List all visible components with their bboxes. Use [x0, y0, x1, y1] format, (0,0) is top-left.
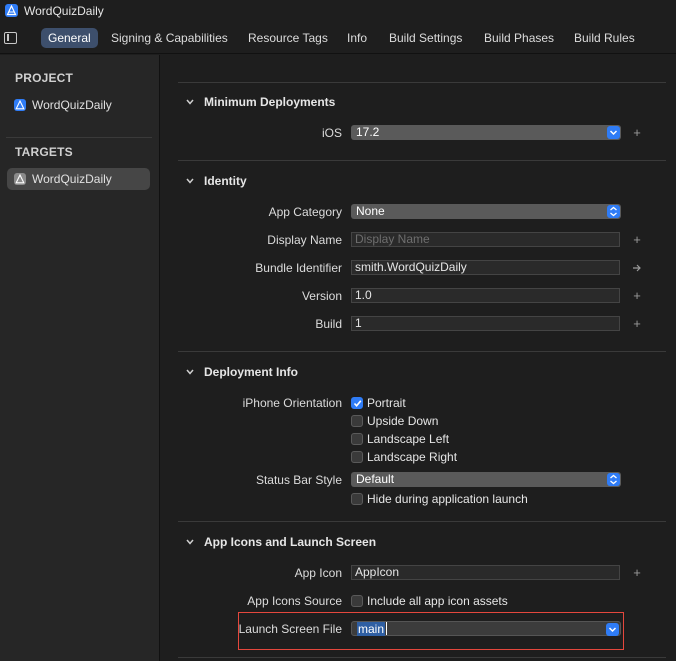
- launch-screen-file-combo[interactable]: main: [351, 621, 621, 636]
- portrait-checkbox[interactable]: [351, 397, 363, 409]
- xcode-project-icon: [14, 99, 26, 111]
- tab-build-settings[interactable]: Build Settings: [382, 28, 469, 48]
- targets-header: TARGETS: [15, 145, 73, 159]
- app-icon-field[interactable]: AppIcon: [351, 565, 620, 580]
- section-divider: [178, 82, 666, 83]
- ios-version-value: 17.2: [356, 125, 380, 139]
- plus-icon[interactable]: +: [632, 233, 642, 246]
- bundle-identifier-field[interactable]: smith.WordQuizDaily: [351, 260, 620, 275]
- app-category-value: None: [356, 204, 385, 218]
- sidebar-toggle-icon[interactable]: [4, 32, 17, 44]
- up-down-arrows-icon: [607, 473, 620, 486]
- status-bar-style-label: Status Bar Style: [255, 473, 342, 487]
- app-category-select[interactable]: None: [351, 204, 621, 219]
- build-label: Build: [315, 317, 342, 331]
- plus-icon[interactable]: +: [632, 317, 642, 330]
- project-sidebar: PROJECT WordQuizDaily TARGETS WordQuizDa…: [0, 55, 160, 661]
- section-divider: [178, 351, 666, 352]
- include-all-icons-checkbox[interactable]: [351, 595, 363, 607]
- iphone-orientation-label: iPhone Orientation: [242, 396, 342, 410]
- app-target-icon: [14, 173, 26, 185]
- tab-info[interactable]: Info: [340, 28, 374, 48]
- general-settings-editor: Minimum Deployments iOS 17.2 + Identity …: [161, 55, 676, 661]
- chevron-down-icon: [607, 126, 620, 139]
- landscape-left-checkbox[interactable]: [351, 433, 363, 445]
- launch-screen-file-label: Launch Screen File: [238, 622, 342, 636]
- chevron-down-icon[interactable]: [185, 176, 195, 186]
- status-bar-style-value: Default: [356, 472, 395, 486]
- chevron-down-icon[interactable]: [185, 537, 195, 547]
- landscape-right-checkbox[interactable]: [351, 451, 363, 463]
- upside-down-checkbox[interactable]: [351, 415, 363, 427]
- hide-status-bar-checkbox[interactable]: [351, 493, 363, 505]
- ios-label: iOS: [321, 126, 342, 140]
- app-category-label: App Category: [268, 205, 342, 219]
- sidebar-item-label: WordQuizDaily: [32, 98, 112, 112]
- project-header: PROJECT: [15, 71, 74, 85]
- section-title-app-icons: App Icons and Launch Screen: [204, 535, 377, 549]
- window-title: WordQuizDaily: [24, 4, 104, 18]
- landscape-left-label: Landscape Left: [367, 432, 450, 446]
- section-title-minimum-deployments: Minimum Deployments: [204, 95, 336, 109]
- up-down-arrows-icon: [607, 205, 620, 218]
- plus-icon[interactable]: +: [632, 289, 642, 302]
- tab-build-phases[interactable]: Build Phases: [477, 28, 561, 48]
- sidebar-item-target[interactable]: WordQuizDaily: [7, 168, 150, 190]
- chevron-down-icon[interactable]: [185, 367, 195, 377]
- section-divider: [178, 160, 666, 161]
- title-bar: WordQuizDaily: [0, 0, 676, 22]
- add-deployment-plus-icon[interactable]: +: [632, 126, 642, 139]
- chevron-down-icon[interactable]: [606, 623, 619, 636]
- upside-down-label: Upside Down: [367, 414, 439, 428]
- ios-version-select[interactable]: 17.2: [351, 125, 621, 140]
- tab-general[interactable]: General: [41, 28, 98, 48]
- tab-resource-tags[interactable]: Resource Tags: [241, 28, 335, 48]
- xcode-project-icon: [5, 4, 18, 17]
- section-divider: [178, 657, 666, 658]
- app-icon-label: App Icon: [294, 566, 342, 580]
- section-title-deployment-info: Deployment Info: [204, 365, 299, 379]
- portrait-label: Portrait: [367, 396, 406, 410]
- display-name-label: Display Name: [267, 233, 342, 247]
- sidebar-item-project[interactable]: WordQuizDaily: [7, 94, 150, 116]
- status-bar-style-select[interactable]: Default: [351, 472, 621, 487]
- bundle-identifier-label: Bundle Identifier: [255, 261, 342, 275]
- tab-signing-capabilities[interactable]: Signing & Capabilities: [104, 28, 235, 48]
- version-label: Version: [301, 289, 342, 303]
- landscape-right-label: Landscape Right: [367, 450, 458, 464]
- chevron-down-icon[interactable]: [185, 97, 195, 107]
- include-all-icons-label: Include all app icon assets: [367, 594, 508, 608]
- plus-icon[interactable]: +: [632, 566, 642, 579]
- launch-screen-file-value: main: [357, 622, 386, 636]
- version-field[interactable]: 1.0: [351, 288, 620, 303]
- arrow-right-icon[interactable]: [632, 263, 642, 273]
- hide-status-bar-label: Hide during application launch: [367, 492, 528, 506]
- sidebar-divider: [6, 137, 152, 138]
- app-icons-source-label: App Icons Source: [247, 594, 342, 608]
- sidebar-item-label: WordQuizDaily: [32, 172, 112, 186]
- editor-tab-bar: General Signing & Capabilities Resource …: [0, 22, 676, 54]
- build-field[interactable]: 1: [351, 316, 620, 331]
- section-divider: [178, 521, 666, 522]
- text-caret: [386, 622, 388, 635]
- display-name-field[interactable]: Display Name: [351, 232, 620, 247]
- section-title-identity: Identity: [204, 174, 247, 188]
- tab-build-rules[interactable]: Build Rules: [567, 28, 642, 48]
